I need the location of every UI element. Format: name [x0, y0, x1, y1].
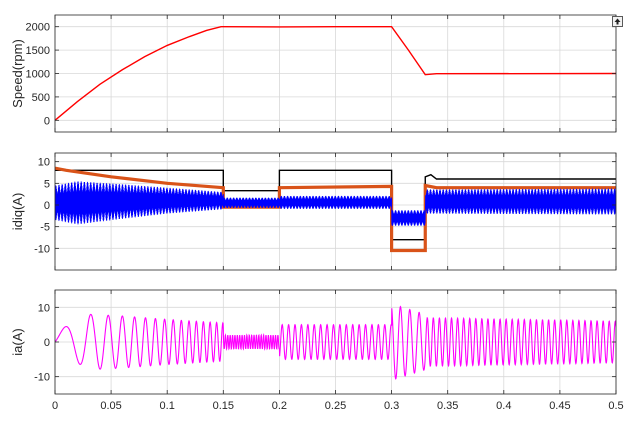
y-tick-label: -10	[34, 372, 50, 384]
ia-plot: -10 0 10 0 0.05 0.1 0.15 0.2 0.25 0.3 0.35 0.4 0.45 0…	[10, 289, 624, 412]
y-tick-label: 2000	[26, 22, 50, 34]
speed-plot: 0 500 1000 1500 2000Speed(rpm)	[10, 14, 617, 133]
ia-ylabel: ia(A)	[10, 328, 25, 355]
y-tick-label: 0	[44, 115, 50, 127]
speed-ylabel: Speed(rpm)	[10, 39, 25, 108]
y-tick-label: 500	[32, 92, 50, 104]
y-tick-label: 10	[38, 157, 50, 169]
x-tick-label: 0.1	[160, 400, 175, 412]
plots-canvas: 0500100015002000Speed(rpm)-10-50510idiq(…	[10, 14, 624, 412]
x-tick-label: 0.3	[384, 400, 399, 412]
idiq-ylabel: idiq(A)	[10, 193, 25, 231]
y-tick-label: 1500	[26, 45, 50, 57]
x-tick-label: 0.35	[437, 400, 458, 412]
dock-arrow-glyph	[614, 18, 621, 25]
y-tick-label: 0	[44, 337, 50, 349]
x-tick-label: 0.05	[100, 400, 121, 412]
x-tick-label: 0.4	[496, 400, 511, 412]
x-tick-label: 0.15	[213, 400, 234, 412]
y-tick-label: -10	[34, 243, 50, 255]
y-tick-label: 0	[44, 200, 50, 212]
y-tick-label: 5	[44, 178, 50, 190]
x-tick-label: 0	[52, 400, 58, 412]
idiq-plot: -10 -5 0 5 10 idiq(A)	[10, 152, 617, 271]
y-tick-label: 1000	[26, 69, 50, 81]
y-tick-label: 10	[38, 302, 50, 314]
x-tick-label: 0.2	[272, 400, 287, 412]
figure-window: 0 500 1000 1500 2000 Speed(rpm) -10 -5 0 5 10 idiq(…	[0, 0, 639, 421]
x-tick-label: 0.5	[608, 400, 623, 412]
dock-arrow-icon[interactable]	[612, 16, 623, 27]
y-tick-label: -5	[40, 222, 50, 234]
x-tick-label: 0.45	[549, 400, 570, 412]
x-tick-label: 0.25	[325, 400, 346, 412]
